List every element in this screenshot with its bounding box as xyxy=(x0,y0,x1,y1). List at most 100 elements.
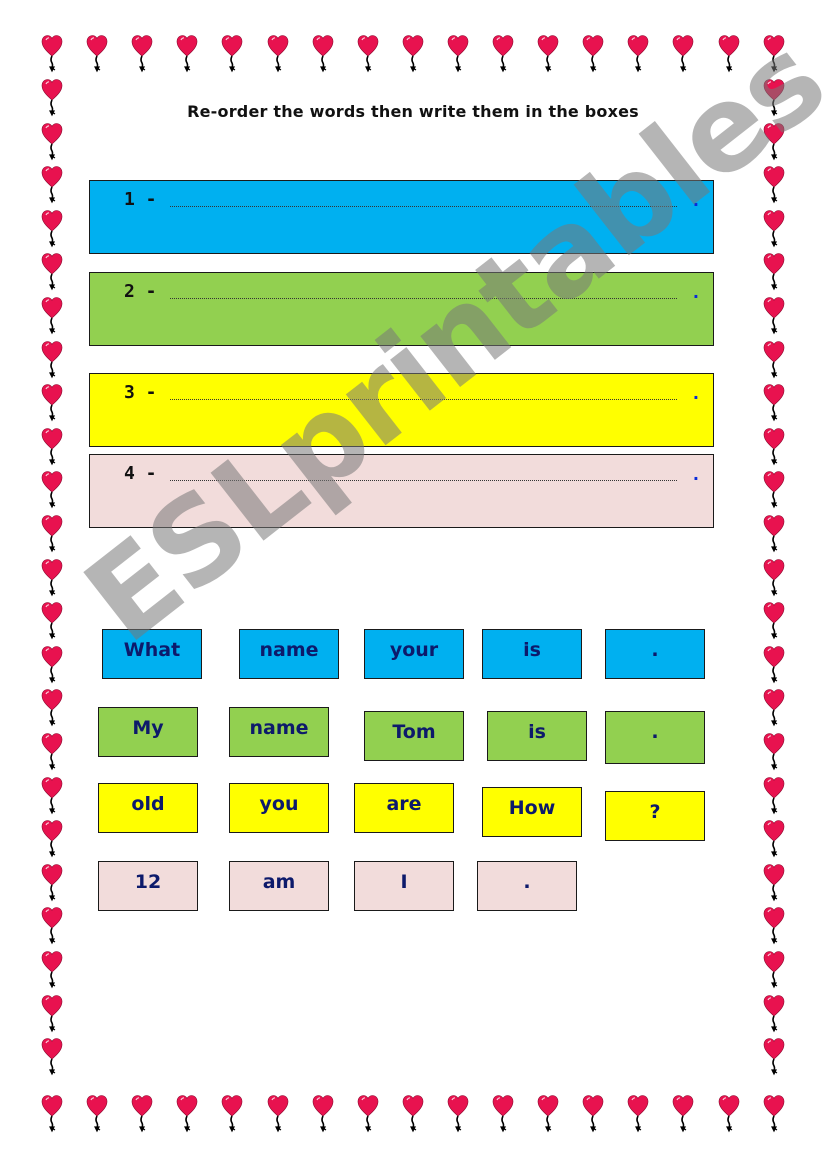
word-tile[interactable]: your xyxy=(364,629,464,679)
instruction-title: Re-order the words then write them in th… xyxy=(187,102,639,121)
word-tile[interactable]: Tom xyxy=(364,711,464,761)
word-tile[interactable]: am xyxy=(229,861,329,911)
word-tile[interactable]: . xyxy=(605,629,705,679)
word-tile[interactable]: are xyxy=(354,783,454,833)
heart-balloon-icon xyxy=(763,383,785,423)
heart-balloon-icon xyxy=(718,1094,740,1134)
answer-box-4[interactable]: 4 - . xyxy=(89,454,714,528)
heart-balloon-icon xyxy=(627,1094,649,1134)
heart-balloon-icon xyxy=(763,819,785,859)
heart-balloon-icon xyxy=(357,1094,379,1134)
heart-balloon-icon xyxy=(41,296,63,336)
answer-box-2[interactable]: 2 - . xyxy=(89,272,714,346)
heart-balloon-icon xyxy=(763,863,785,903)
heart-balloon-icon xyxy=(41,1094,63,1134)
answer-box-1[interactable]: 1 - . xyxy=(89,180,714,254)
heart-balloon-icon xyxy=(763,558,785,598)
heart-balloon-icon xyxy=(763,340,785,380)
heart-balloon-icon xyxy=(41,252,63,292)
answer-number: 3 - xyxy=(124,382,157,403)
heart-balloon-icon xyxy=(763,906,785,946)
heart-balloon-icon xyxy=(312,34,334,74)
word-tile[interactable]: is xyxy=(482,629,582,679)
word-tile[interactable]: . xyxy=(477,861,577,911)
word-tile[interactable]: old xyxy=(98,783,198,833)
heart-balloon-icon xyxy=(41,427,63,467)
heart-balloon-icon xyxy=(763,732,785,772)
heart-balloon-icon xyxy=(672,1094,694,1134)
answer-end-mark: . xyxy=(692,191,699,210)
word-tile[interactable]: ? xyxy=(605,791,705,841)
heart-balloon-icon xyxy=(312,1094,334,1134)
heart-balloon-icon xyxy=(492,34,514,74)
heart-balloon-icon xyxy=(41,558,63,598)
heart-balloon-icon xyxy=(86,1094,108,1134)
heart-balloon-icon xyxy=(582,1094,604,1134)
heart-balloon-icon xyxy=(41,645,63,685)
word-tile[interactable]: name xyxy=(239,629,339,679)
heart-balloon-icon xyxy=(41,1037,63,1077)
heart-balloon-icon xyxy=(221,1094,243,1134)
heart-balloon-icon xyxy=(41,340,63,380)
word-tile[interactable]: is xyxy=(487,711,587,761)
heart-balloon-icon xyxy=(763,601,785,641)
heart-balloon-icon xyxy=(763,296,785,336)
heart-balloon-icon xyxy=(267,34,289,74)
heart-balloon-icon xyxy=(763,470,785,510)
word-tile[interactable]: you xyxy=(229,783,329,833)
heart-balloon-icon xyxy=(41,950,63,990)
heart-balloon-icon xyxy=(582,34,604,74)
word-tile[interactable]: 12 xyxy=(98,861,198,911)
word-tile[interactable]: I xyxy=(354,861,454,911)
heart-balloon-icon xyxy=(41,122,63,162)
heart-balloon-icon xyxy=(41,165,63,205)
heart-balloon-icon xyxy=(763,776,785,816)
heart-balloon-icon xyxy=(41,601,63,641)
heart-balloon-icon xyxy=(41,209,63,249)
heart-balloon-icon xyxy=(131,34,153,74)
heart-balloon-icon xyxy=(176,34,198,74)
word-tile[interactable]: My xyxy=(98,707,198,757)
heart-balloon-icon xyxy=(41,514,63,554)
heart-balloon-icon xyxy=(402,1094,424,1134)
heart-balloon-icon xyxy=(537,34,559,74)
answer-end-mark: . xyxy=(692,465,699,484)
heart-balloon-icon xyxy=(672,34,694,74)
heart-balloon-icon xyxy=(86,34,108,74)
answer-number: 4 - xyxy=(124,463,157,484)
answer-box-3[interactable]: 3 - . xyxy=(89,373,714,447)
heart-balloon-icon xyxy=(537,1094,559,1134)
heart-balloon-icon xyxy=(763,514,785,554)
answer-writing-line[interactable] xyxy=(170,206,677,207)
heart-balloon-icon xyxy=(41,732,63,772)
heart-balloon-icon xyxy=(41,819,63,859)
answer-writing-line[interactable] xyxy=(170,480,677,481)
heart-balloon-icon xyxy=(627,34,649,74)
heart-balloon-icon xyxy=(402,34,424,74)
heart-balloon-icon xyxy=(41,906,63,946)
heart-balloon-icon xyxy=(763,427,785,467)
heart-balloon-icon xyxy=(763,1094,785,1134)
word-tile[interactable]: How xyxy=(482,787,582,837)
answer-end-mark: . xyxy=(692,384,699,403)
heart-balloon-icon xyxy=(492,1094,514,1134)
word-tile[interactable]: name xyxy=(229,707,329,757)
heart-balloon-icon xyxy=(447,34,469,74)
answer-writing-line[interactable] xyxy=(170,399,677,400)
word-tile[interactable]: What xyxy=(102,629,202,679)
heart-balloon-icon xyxy=(718,34,740,74)
heart-balloon-icon xyxy=(41,776,63,816)
heart-balloon-icon xyxy=(763,122,785,162)
heart-balloon-icon xyxy=(41,688,63,728)
answer-end-mark: . xyxy=(692,283,699,302)
answer-number: 2 - xyxy=(124,281,157,302)
heart-balloon-icon xyxy=(763,209,785,249)
heart-balloon-icon xyxy=(41,34,63,74)
heart-balloon-icon xyxy=(763,645,785,685)
word-tile[interactable]: . xyxy=(605,711,705,764)
heart-balloon-icon xyxy=(41,994,63,1034)
heart-balloon-icon xyxy=(41,863,63,903)
heart-balloon-icon xyxy=(267,1094,289,1134)
answer-writing-line[interactable] xyxy=(170,298,677,299)
heart-balloon-icon xyxy=(763,252,785,292)
